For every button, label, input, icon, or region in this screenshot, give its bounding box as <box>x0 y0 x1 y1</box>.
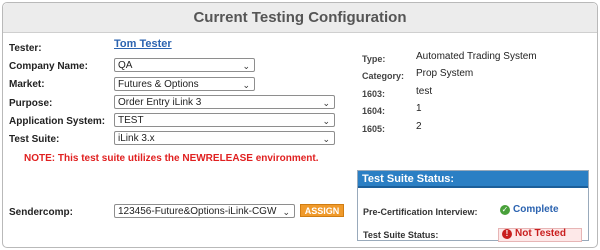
test-suite-status-panel: Test Suite Status: Pre-Certification Int… <box>357 170 589 242</box>
precert-interview-label: Pre-Certification Interview: <box>363 207 478 217</box>
company-select-value: QA <box>118 60 133 71</box>
field-1604-label: 1604: <box>362 106 386 116</box>
market-label: Market: <box>9 79 45 90</box>
application-system-label: Application System: <box>9 116 106 127</box>
category-value: Prop System <box>416 68 474 79</box>
check-circle-icon: ✓ <box>500 205 510 215</box>
field-1605-value: 2 <box>416 121 422 132</box>
field-1603-value: test <box>416 86 433 97</box>
purpose-select[interactable]: Order Entry iLink 3 ⌄ <box>114 95 335 109</box>
field-1604-value: 1 <box>416 103 422 114</box>
tester-name-link[interactable]: Tom Tester <box>114 38 172 50</box>
chevron-down-icon: ⌄ <box>322 134 330 144</box>
page-title: Current Testing Configuration <box>3 3 597 33</box>
market-select[interactable]: Futures & Options ⌄ <box>114 77 255 91</box>
company-select[interactable]: QA ⌄ <box>114 58 255 72</box>
application-system-select-value: TEST <box>118 115 144 126</box>
field-1605-label: 1605: <box>362 124 386 134</box>
chevron-down-icon: ⌄ <box>242 61 250 71</box>
tester-label: Tester: <box>9 43 42 54</box>
chevron-down-icon: ⌄ <box>322 98 330 108</box>
purpose-label: Purpose: <box>9 98 53 109</box>
category-label: Category: <box>362 71 405 81</box>
chevron-down-icon: ⌄ <box>242 80 250 90</box>
company-label: Company Name: <box>9 61 88 72</box>
type-value: Automated Trading System <box>416 51 537 62</box>
sendercomp-select[interactable]: 123456-Future&Options-iLink-CGW ⌄ <box>114 204 295 218</box>
purpose-select-value: Order Entry iLink 3 <box>118 97 202 108</box>
environment-note: NOTE: This test suite utilizes the NEWRE… <box>24 153 319 164</box>
test-suite-status-label: Test Suite Status: <box>363 230 439 240</box>
test-suite-select[interactable]: iLink 3.x ⌄ <box>114 131 335 145</box>
suite-status-value: Not Tested <box>515 228 566 239</box>
chevron-down-icon: ⌄ <box>282 207 290 217</box>
assign-button[interactable]: ASSIGN <box>300 204 344 217</box>
application-system-select[interactable]: TEST ⌄ <box>114 113 335 127</box>
type-label: Type: <box>362 54 386 64</box>
market-select-value: Futures & Options <box>118 79 199 90</box>
test-suite-label: Test Suite: <box>9 134 60 145</box>
precert-status-value: Complete <box>513 204 559 215</box>
sendercomp-label: Sendercomp: <box>9 207 73 218</box>
error-circle-icon: ! <box>502 229 512 239</box>
sendercomp-select-value: 123456-Future&Options-iLink-CGW <box>118 206 277 217</box>
chevron-down-icon: ⌄ <box>322 116 330 126</box>
test-suite-select-value: iLink 3.x <box>118 133 155 144</box>
status-panel-header: Test Suite Status: <box>358 171 588 188</box>
field-1603-label: 1603: <box>362 89 386 99</box>
